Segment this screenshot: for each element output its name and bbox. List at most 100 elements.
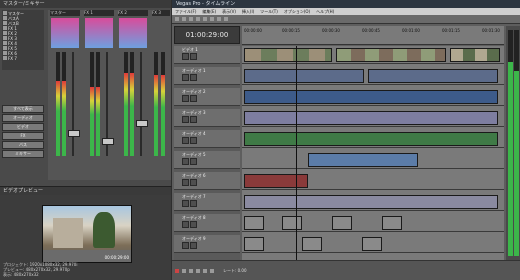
track-headers: ビデオ 1 オーディオ 1 オーディオ 2 オーディオ 3 オーディオ 4 オー… <box>174 46 240 260</box>
audio-clip[interactable] <box>368 69 498 83</box>
channel-strip: FX 1 <box>82 10 117 180</box>
audio-clip[interactable] <box>244 216 264 230</box>
channel-meter <box>124 52 128 156</box>
mute-icon[interactable] <box>182 95 189 102</box>
track-lane <box>242 193 504 211</box>
solo-icon[interactable] <box>190 200 197 207</box>
mute-icon[interactable] <box>182 53 189 60</box>
menu-edit[interactable]: 編集(E) <box>202 8 216 15</box>
audio-button[interactable]: オーディオ <box>2 114 44 122</box>
fader-knob[interactable] <box>102 138 114 145</box>
solo-icon[interactable] <box>190 137 197 144</box>
solo-icon[interactable] <box>190 242 197 249</box>
record-icon[interactable] <box>175 268 179 273</box>
fader-knob[interactable] <box>136 120 148 127</box>
audio-clip[interactable] <box>244 69 364 83</box>
new-icon[interactable] <box>175 17 179 21</box>
track-header[interactable]: オーディオ 8 <box>174 214 240 232</box>
tree-shape <box>93 212 115 248</box>
mute-icon[interactable] <box>182 137 189 144</box>
track-header[interactable]: オーディオ 3 <box>174 109 240 127</box>
track-header[interactable]: オーディオ 7 <box>174 193 240 211</box>
fader-knob[interactable] <box>68 130 80 137</box>
forward-icon[interactable] <box>210 268 214 273</box>
meter-fill <box>161 74 165 156</box>
track-lane <box>242 214 504 232</box>
channel-meter <box>96 52 100 156</box>
mute-icon[interactable] <box>182 116 189 123</box>
mute-icon[interactable] <box>182 200 189 207</box>
menu-insert[interactable]: 挿入(I) <box>242 8 254 15</box>
menu-file[interactable]: ファイル(F) <box>175 8 196 15</box>
play-icon[interactable] <box>182 268 186 273</box>
rewind-icon[interactable] <box>203 268 207 273</box>
solo-icon[interactable] <box>190 53 197 60</box>
playhead[interactable] <box>296 46 297 260</box>
audio-clip[interactable] <box>332 216 352 230</box>
open-icon[interactable] <box>182 17 186 21</box>
show-all-button[interactable]: すべて表示 <box>2 105 44 113</box>
menu-tools[interactable]: ツール(T) <box>260 8 278 15</box>
meter-fill <box>508 61 513 256</box>
audio-clip[interactable] <box>244 111 498 125</box>
undo-icon[interactable] <box>196 17 200 21</box>
solo-icon[interactable] <box>190 74 197 81</box>
stop-icon[interactable] <box>196 268 200 273</box>
timeline-ruler[interactable]: 00:00:00 00:00:15 00:00:30 00:00:45 00:0… <box>242 26 504 45</box>
timecode: 01:00:29:00 <box>185 31 229 39</box>
solo-icon[interactable] <box>190 116 197 123</box>
video-clip[interactable] <box>244 48 332 62</box>
solo-icon[interactable] <box>190 158 197 165</box>
mute-icon[interactable] <box>182 242 189 249</box>
paste-icon[interactable] <box>224 17 228 21</box>
menu-options[interactable]: オプション(O) <box>284 8 310 15</box>
mute-icon[interactable] <box>182 158 189 165</box>
mute-icon[interactable] <box>182 221 189 228</box>
channel-meter <box>56 52 60 156</box>
bus-button[interactable]: バス <box>2 141 44 149</box>
cut-icon[interactable] <box>210 17 214 21</box>
audio-clip[interactable] <box>244 132 498 146</box>
fx-button[interactable]: FX <box>2 132 44 140</box>
mute-icon[interactable] <box>182 74 189 81</box>
channel-fader[interactable] <box>72 52 74 156</box>
track-lane <box>242 67 504 85</box>
video-clip[interactable] <box>450 48 500 62</box>
mute-icon[interactable] <box>182 179 189 186</box>
audio-clip[interactable] <box>362 237 382 251</box>
track-header[interactable]: オーディオ 2 <box>174 88 240 106</box>
video-clip[interactable] <box>336 48 446 62</box>
channel-label: FX 2 <box>118 10 148 16</box>
solo-icon[interactable] <box>190 179 197 186</box>
channel-strip: マスター <box>48 10 83 180</box>
video-button[interactable]: ビデオ <box>2 123 44 131</box>
audio-clip[interactable] <box>282 216 302 230</box>
track-header[interactable]: オーディオ 9 <box>174 235 240 253</box>
redo-icon[interactable] <box>203 17 207 21</box>
menu-help[interactable]: ヘルプ(H) <box>316 8 334 15</box>
audio-clip[interactable] <box>244 195 498 209</box>
solo-icon[interactable] <box>190 221 197 228</box>
track-header[interactable]: オーディオ 5 <box>174 151 240 169</box>
audio-clip[interactable] <box>244 237 264 251</box>
solo-icon[interactable] <box>190 95 197 102</box>
copy-icon[interactable] <box>217 17 221 21</box>
sidebar-item[interactable]: FX 7 <box>3 56 43 61</box>
pan-graph <box>85 18 113 48</box>
mixer-button[interactable]: ミキサー <box>2 150 44 158</box>
track-header[interactable]: オーディオ 6 <box>174 172 240 190</box>
pause-icon[interactable] <box>189 268 193 273</box>
audio-clip[interactable] <box>244 90 498 104</box>
channel-fader[interactable] <box>140 52 142 156</box>
track-header[interactable]: オーディオ 4 <box>174 130 240 148</box>
audio-clip[interactable] <box>302 237 322 251</box>
audio-clip[interactable] <box>244 174 308 188</box>
master-meters <box>506 26 520 260</box>
menu-view[interactable]: 表示(V) <box>222 8 236 15</box>
save-icon[interactable] <box>189 17 193 21</box>
track-header[interactable]: オーディオ 1 <box>174 67 240 85</box>
ruler-label: 00:01:15 <box>442 28 460 33</box>
track-header[interactable]: ビデオ 1 <box>174 46 240 64</box>
audio-clip[interactable] <box>308 153 418 167</box>
audio-clip[interactable] <box>382 216 402 230</box>
